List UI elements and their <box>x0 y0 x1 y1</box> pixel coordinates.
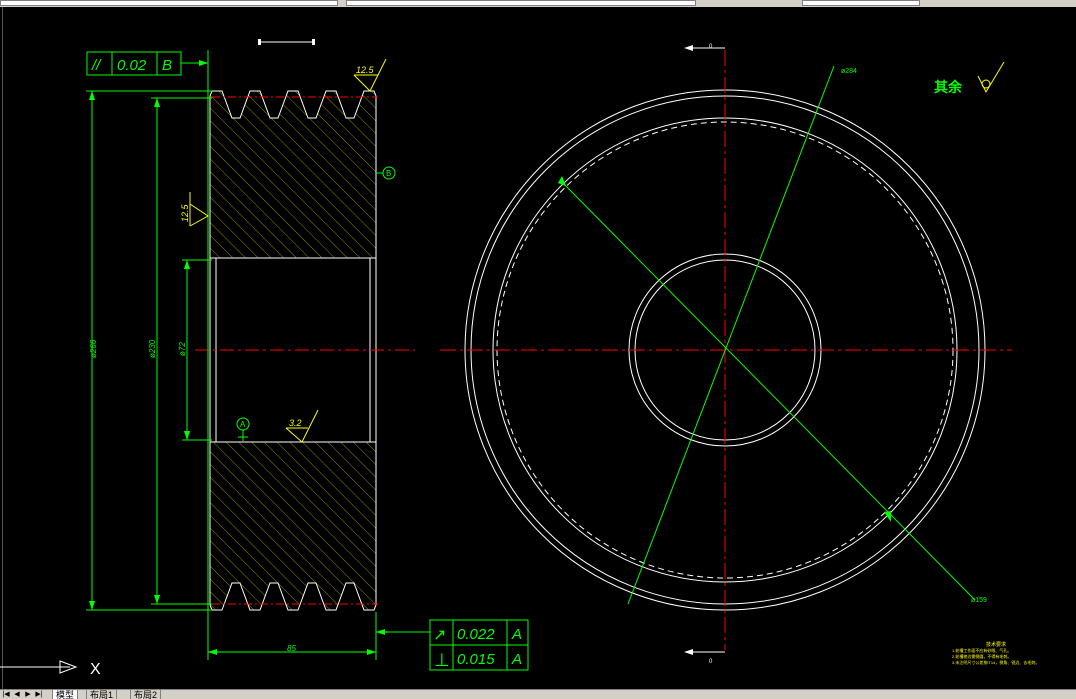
runout-value: 0.022 <box>457 626 495 643</box>
svg-text:3.2: 3.2 <box>289 418 302 428</box>
drawing-canvas[interactable]: ø266 ø230 ø72 85 // 0.02 B ↗ 0.022 A ⊥ 0… <box>0 7 1076 689</box>
runout-symbol: ↗ <box>433 627 446 644</box>
toolbar-field-2[interactable] <box>346 0 696 6</box>
svg-text:12.5: 12.5 <box>180 203 190 222</box>
datum-b-marker: B <box>376 166 396 180</box>
perpendicularity-datum: A <box>511 651 522 668</box>
svg-text:A: A <box>240 420 246 429</box>
svg-text:0: 0 <box>709 44 713 50</box>
leader-line-bottom <box>559 179 976 601</box>
flatness-symbol: // <box>91 57 102 74</box>
top-marker <box>258 39 315 45</box>
svg-text:2.轮槽棱边需倒圆，不得有毛刺。: 2.轮槽棱边需倒圆，不得有毛刺。 <box>952 653 1011 659</box>
toolbar-field-1[interactable] <box>0 0 338 6</box>
ucs-icon: X <box>0 660 101 678</box>
svg-text:1.轮槽工作面不应有砂眼、气孔。: 1.轮槽工作面不应有砂眼、气孔。 <box>952 647 1011 653</box>
section-hatch-bottom <box>209 441 377 611</box>
svg-text:0: 0 <box>709 659 713 665</box>
technical-notes: 技术要求 1.轮槽工作面不应有砂眼、气孔。 2.轮槽棱边需倒圆，不得有毛刺。 3… <box>952 641 1039 665</box>
toolbar-field-3[interactable] <box>802 0 920 6</box>
dim-outer-dia: ø266 <box>89 339 98 358</box>
dim-leader-top: ø284 <box>841 68 857 75</box>
front-view <box>440 50 1012 650</box>
dim-width: 85 <box>287 644 296 653</box>
dim-root-dia: ø230 <box>148 339 157 358</box>
roughness-symbol-side: 12.5 <box>180 192 209 227</box>
section-view <box>195 90 415 611</box>
roughness-symbol-top: 12.5 <box>353 58 387 92</box>
dim-leader-bottom: ø159 <box>971 597 987 604</box>
svg-text:X: X <box>90 661 101 678</box>
flatness-value: 0.02 <box>117 57 147 74</box>
perpendicularity-symbol: ⊥ <box>434 650 450 670</box>
section-marker-bottom: 0 <box>684 649 725 665</box>
toolbar-strip <box>0 0 1076 7</box>
svg-text:12.5: 12.5 <box>356 65 375 75</box>
section-marker-top: 0 <box>684 44 725 51</box>
runout-datum: A <box>511 626 522 643</box>
dim-bore-dia: ø72 <box>178 342 187 356</box>
leader-line-top <box>627 65 835 605</box>
section-hatch-top <box>209 90 377 259</box>
perpendicularity-value: 0.015 <box>457 651 495 668</box>
svg-text:B: B <box>386 169 391 178</box>
flatness-datum: B <box>162 57 172 74</box>
tolerance-frame-bottom[interactable]: ↗ 0.022 A ⊥ 0.015 A <box>429 619 529 671</box>
remaining-roughness: 其余 <box>934 61 1005 95</box>
svg-text:其余: 其余 <box>934 79 963 95</box>
svg-text:3.未注明尺寸公差按IT14，倒角、锐边、去毛刺。: 3.未注明尺寸公差按IT14，倒角、锐边、去毛刺。 <box>952 659 1039 665</box>
svg-text:技术要求: 技术要求 <box>986 641 1006 648</box>
flatness-frame[interactable]: // 0.02 B <box>86 51 182 76</box>
